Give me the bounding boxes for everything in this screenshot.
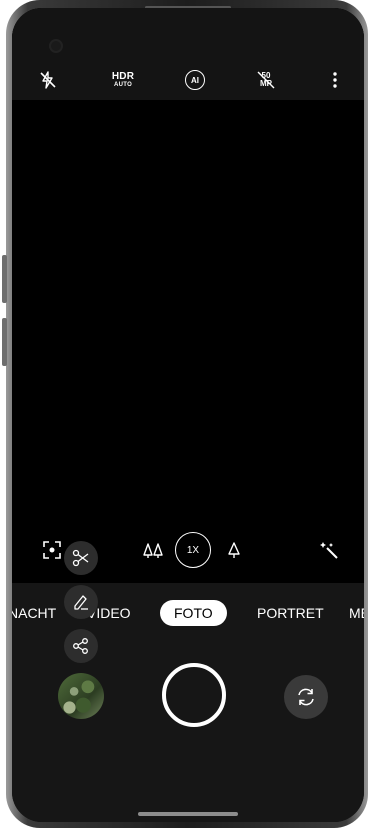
share-tool-button[interactable] bbox=[64, 629, 98, 663]
ai-button[interactable]: AI bbox=[183, 68, 207, 92]
switch-camera-button[interactable] bbox=[284, 675, 328, 719]
hdr-label: HDR bbox=[111, 71, 135, 82]
mode-portret[interactable]: PORTRET bbox=[257, 600, 324, 626]
wide-angle-trees-icon[interactable] bbox=[142, 540, 164, 560]
cut-tool-button[interactable] bbox=[64, 541, 98, 575]
mode-nacht[interactable]: NACHT bbox=[12, 600, 56, 626]
mode-foto[interactable]: FOTO bbox=[160, 600, 227, 626]
pen-icon bbox=[74, 595, 88, 610]
focus-scan-icon[interactable] bbox=[42, 540, 62, 560]
hdr-auto-button[interactable]: HDR AUTO bbox=[109, 68, 137, 92]
share-icon bbox=[73, 638, 88, 654]
magic-wand-icon[interactable] bbox=[318, 539, 340, 561]
volume-button bbox=[2, 255, 7, 303]
flash-off-icon[interactable] bbox=[36, 68, 60, 92]
camera-screen: HDR AUTO AI 50 MP 1X NACHT VIDEO FOTO PO… bbox=[12, 8, 364, 822]
switch-camera-icon bbox=[298, 688, 314, 706]
edit-tool-button[interactable] bbox=[64, 585, 98, 619]
more-vertical-icon[interactable] bbox=[327, 68, 343, 92]
power-button bbox=[2, 318, 7, 366]
mode-meer[interactable]: MEER bbox=[349, 600, 364, 626]
scissors-icon bbox=[72, 549, 89, 567]
zoom-level-button[interactable]: 1X bbox=[175, 532, 211, 568]
tele-tree-icon[interactable] bbox=[226, 540, 242, 560]
home-indicator[interactable] bbox=[138, 812, 238, 816]
hdr-sub-label: AUTO bbox=[113, 82, 133, 88]
shutter-button[interactable] bbox=[162, 663, 226, 727]
megapixel-button[interactable]: 50 MP bbox=[255, 68, 277, 92]
last-photo-thumbnail[interactable] bbox=[58, 673, 104, 719]
ai-icon: AI bbox=[185, 70, 205, 90]
front-camera-cutout bbox=[51, 41, 61, 51]
